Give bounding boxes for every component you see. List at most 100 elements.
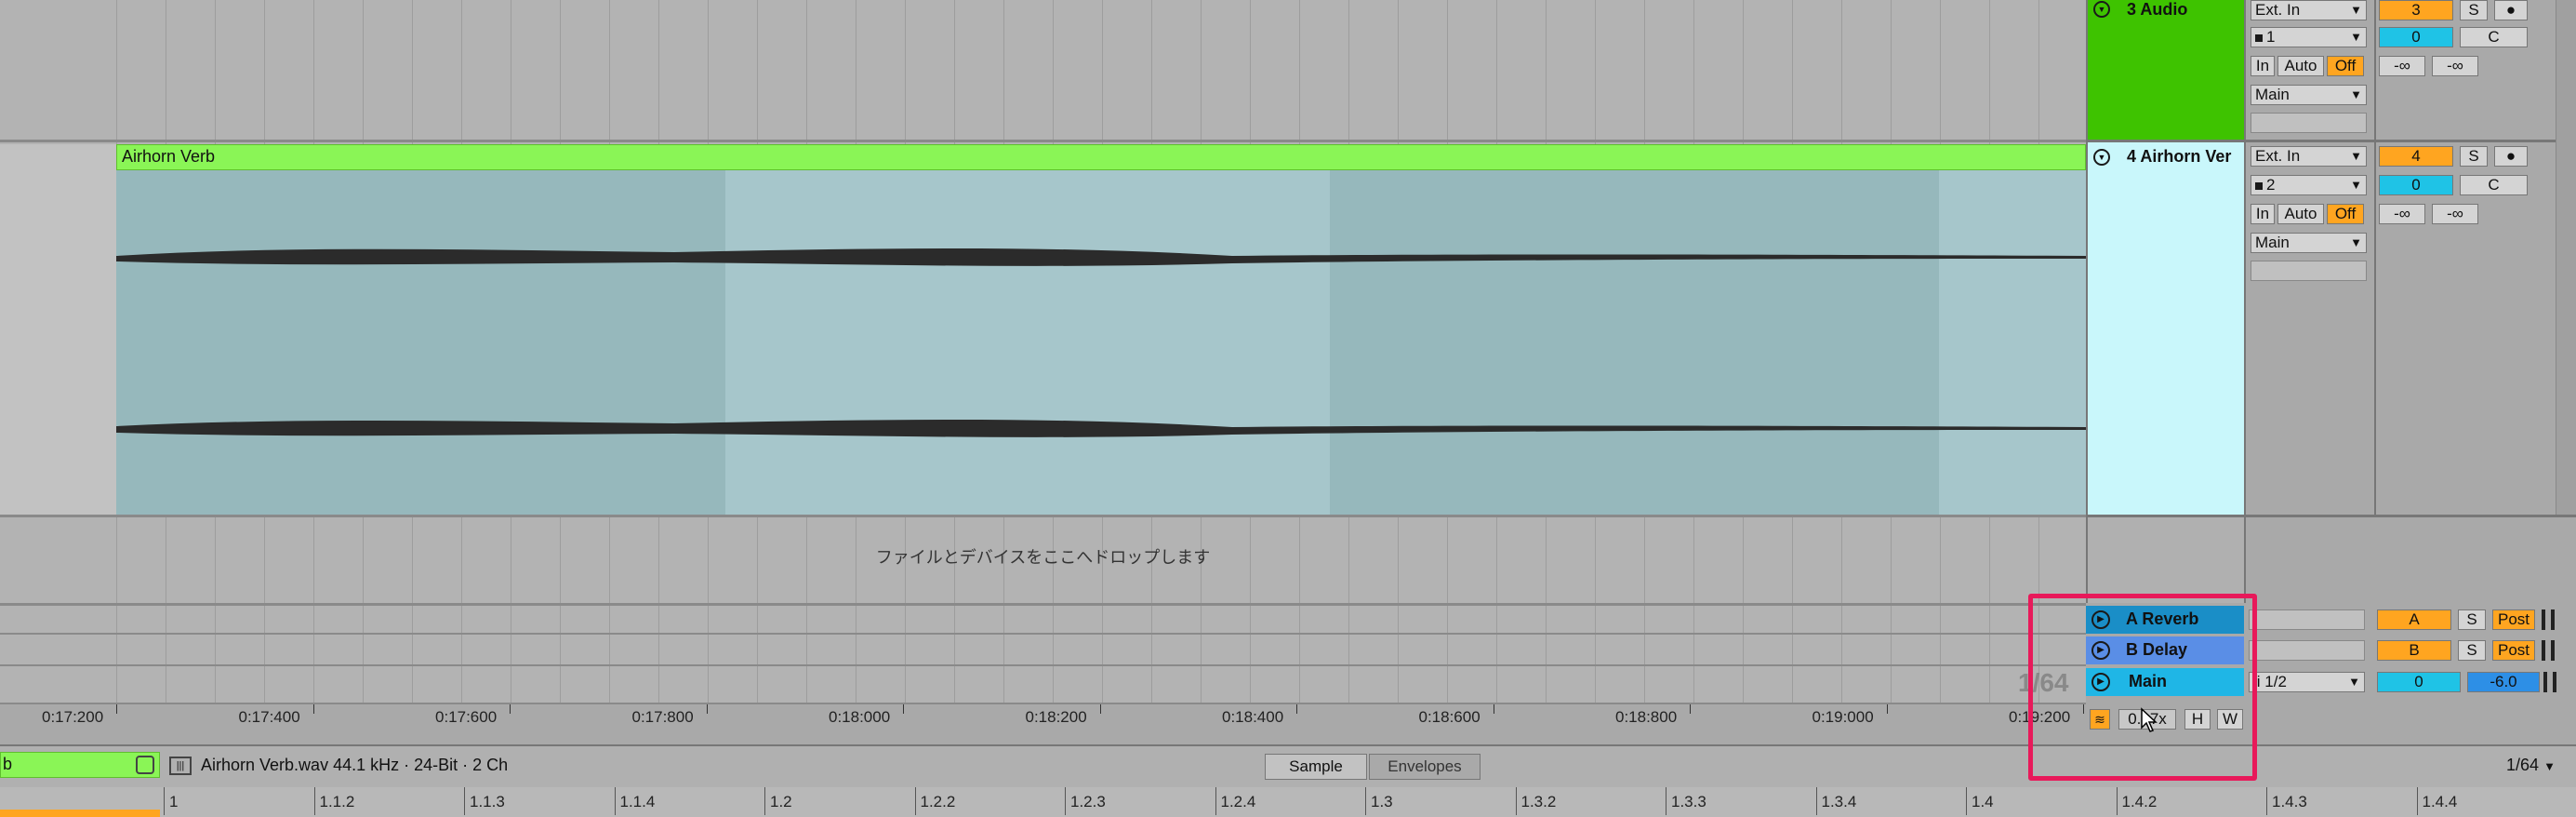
clip-name: Airhorn Verb [122,147,216,166]
input-type-select[interactable]: Ext. In ▼ [2251,0,2367,20]
solo-button[interactable]: S [2460,146,2488,167]
clip-ruler-tick [764,787,765,815]
meter-icon [2543,672,2556,692]
meter-icon [2542,609,2555,630]
peak-left: -∞ [2379,56,2425,76]
arm-button[interactable]: ● [2494,0,2528,20]
time-ruler[interactable]: 0:17:200 0:17:400 0:17:600 0:17:800 0:18:000… [0,703,2086,730]
volume-field[interactable]: 0 [2379,175,2453,195]
ruler-label: 0:17:800 [631,708,694,726]
monitor-auto-button[interactable]: Auto [2277,204,2324,224]
volume-field[interactable]: 0 [2379,27,2453,47]
clip-ruler-label: 1.3.4 [1821,793,1857,810]
output-select[interactable]: Main ▼ [2251,85,2367,105]
ruler-tick [903,704,904,714]
return-a-io [2249,609,2365,630]
return-b-activator[interactable]: B [2377,640,2451,661]
clip-ruler-tick [1215,787,1216,815]
track-mixer-4: 4 S ● 0 C -∞ -∞ [2374,140,2576,515]
arm-button[interactable]: ● [2494,146,2528,167]
grid-select[interactable]: 1/64 ▼ [2506,756,2556,775]
ruler-label: 0:18:800 [1615,708,1678,726]
pan-field[interactable]: C [2460,175,2528,195]
monitor-in-button[interactable]: In [2251,56,2275,76]
main-level[interactable]: -6.0 [2467,672,2540,692]
ruler-tick [1690,704,1691,714]
clip-header[interactable]: Airhorn Verb [116,144,2086,170]
monitor-auto-button[interactable]: Auto [2277,56,2324,76]
input-type-select[interactable]: Ext. In ▼ [2251,146,2367,167]
ruler-tick [706,704,708,714]
empty-lane-area [0,144,116,515]
clip-ruler-label: 1.2.3 [1070,793,1106,810]
track-separator [0,633,2086,635]
clip-ruler-label: 1.2.2 [920,793,956,810]
empty-header-area [2086,515,2244,603]
clip-ruler-tick [1515,787,1517,815]
meter-icon [2542,640,2555,661]
clip-ruler-label: 1.4.4 [2422,793,2458,810]
tab-envelopes[interactable]: Envelopes [1369,754,1481,780]
return-b-solo[interactable]: S [2458,640,2486,661]
monitor-off-button[interactable]: Off [2327,204,2364,224]
pan-field[interactable]: C [2460,27,2528,47]
monitor-off-button[interactable]: Off [2327,56,2364,76]
clip-ruler-tick [1966,787,1967,815]
clip-ruler-tick [464,787,465,815]
return-b-io [2249,640,2365,661]
clip-ruler[interactable]: 1 1.1.2 1.1.3 1.1.4 1.2 1.2.2 1.2.3 1.2.4 1.3 1.3… [0,787,2576,817]
track-separator [0,515,2086,517]
return-a-solo[interactable]: S [2458,609,2486,630]
ruler-tick [1886,704,1888,714]
fold-icon[interactable]: ▼ [2093,149,2110,166]
return-b-post[interactable]: Post [2492,640,2535,661]
ruler-label: 0:18:200 [1025,708,1087,726]
monitor-in-button[interactable]: In [2251,204,2275,224]
track-name: 3 Audio [2127,0,2188,19]
file-info: Airhorn Verb.wav 44.1 kHz · 24-Bit · 2 C… [201,756,509,774]
main-volume[interactable]: 0 [2377,672,2461,692]
input-channel-select[interactable]: 2 ▼ [2251,175,2367,195]
output-channel-box [2251,113,2367,133]
clip-ruler-label: 1.4.2 [2121,793,2158,810]
clip-ruler-label: 1 [169,793,179,810]
ruler-label: 0:17:200 [42,708,104,726]
clip-ruler-tick [2266,787,2267,815]
clip-ruler-tick [1365,787,1366,815]
output-select[interactable]: Main ▼ [2251,233,2367,253]
track-activator[interactable]: 3 [2379,0,2453,20]
tab-sample[interactable]: Sample [1265,754,1367,780]
track-activator[interactable]: 4 [2379,146,2453,167]
track-io-3: Ext. In ▼ 1 ▼ In Auto Off Main ▼ [2244,0,2374,140]
clip-ruler-label: 1.1.3 [470,793,505,810]
clip-ruler-label: 1.3 [1371,793,1393,810]
waveform [116,248,2086,437]
clip-ruler-tick [914,787,916,815]
track-header-3[interactable]: ▼ 3 Audio [2086,0,2244,140]
track-header-4[interactable]: ▼ 4 Airhorn Ver [2086,140,2244,515]
ruler-label: 0:18:600 [1418,708,1481,726]
main-output-select[interactable]: ii 1/2 ▼ [2249,672,2365,692]
ruler-tick [1296,704,1297,714]
return-a-post[interactable]: Post [2492,609,2535,630]
clip-ruler-label: 1.1.4 [619,793,656,810]
ruler-tick [510,704,511,714]
track-separator [0,664,2086,666]
peak-right: -∞ [2432,56,2478,76]
clip-ruler-tick [1815,787,1817,815]
return-a-activator[interactable]: A [2377,609,2451,630]
ruler-label: 0:18:000 [829,708,891,726]
ruler-label: 0:18:400 [1222,708,1284,726]
track-io-4: Ext. In ▼ 2 ▼ In Auto Off Main ▼ [2244,140,2374,515]
input-channel-select[interactable]: 1 ▼ [2251,27,2367,47]
solo-button[interactable]: S [2460,0,2488,20]
clip-name-tab[interactable]: b [0,752,160,778]
save-icon[interactable] [136,756,154,774]
clip-ruler-tick [614,787,616,815]
fold-icon[interactable]: ▼ [2093,1,2110,18]
clip-ruler-tick [2116,787,2118,815]
ruler-label: 0:17:400 [238,708,300,726]
ruler-tick [1099,704,1101,714]
scrollbar[interactable] [2556,0,2576,515]
ruler-label: 0:19:000 [1812,708,1874,726]
